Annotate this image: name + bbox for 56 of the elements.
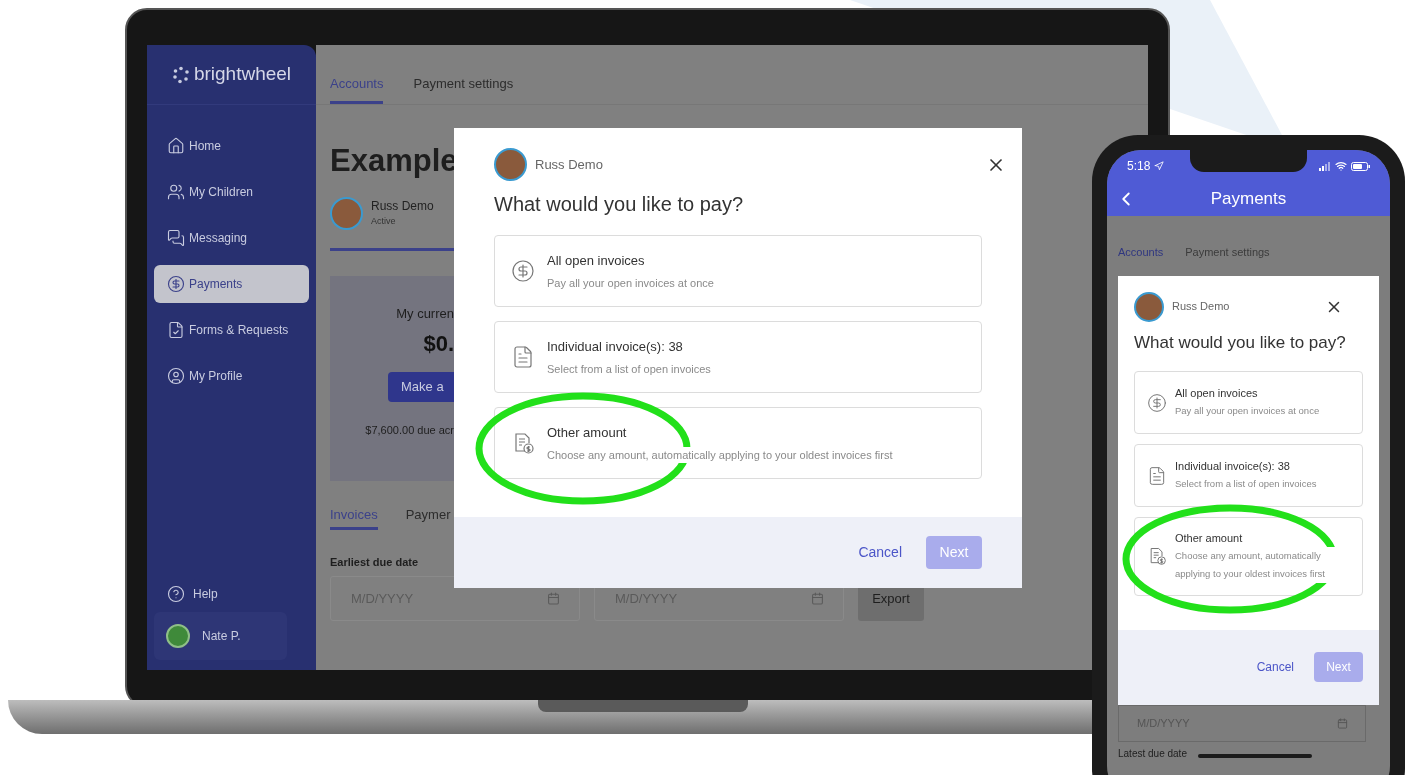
student-name: Russ Demo (371, 198, 434, 216)
student-name: Russ Demo (1172, 299, 1230, 315)
payment-option[interactable]: All open invoices Pay all your open invoices at once (1134, 371, 1363, 434)
student-status: Active (371, 215, 397, 229)
avatar (1134, 291, 1164, 322)
nav-item[interactable]: My Profile (154, 357, 309, 395)
checklist-document-icon (167, 321, 185, 339)
calendar-icon (811, 592, 824, 605)
invoice-icon (511, 345, 535, 369)
nav-item[interactable]: Home (154, 127, 309, 165)
avatar (494, 148, 527, 181)
profile-icon (167, 367, 185, 385)
payment-option[interactable]: Other amount Choose any amount, automatically applying to your oldest invoices first (1134, 517, 1363, 596)
cancel-button[interactable]: Cancel (858, 542, 902, 563)
help-icon (167, 585, 185, 603)
payment-option[interactable]: Individual invoice(s): 38 Select from a list of open invoices (1134, 444, 1363, 507)
calendar-icon (547, 592, 560, 605)
invoice-icon (1147, 465, 1167, 486)
balance-label: My curren (396, 304, 454, 323)
student-name: Russ Demo (535, 155, 603, 174)
wifi-icon (1335, 160, 1347, 172)
cancel-button[interactable]: Cancel (1256, 658, 1294, 676)
filter-label: Latest due date (1118, 746, 1187, 761)
filter-label: Earliest due date (330, 554, 420, 570)
nav-item[interactable]: Forms & Requests (154, 311, 309, 349)
nav-item[interactable]: My Children (154, 173, 309, 211)
avatar (330, 196, 363, 230)
home-icon (167, 137, 185, 155)
battery-icon (1351, 161, 1370, 171)
chat-bubbles-icon (167, 229, 185, 247)
nav-item[interactable]: Messaging (154, 219, 309, 257)
nav-item[interactable]: Payments (154, 265, 309, 303)
dollar-circle-icon (511, 259, 535, 283)
balance-amount: $0. (423, 330, 454, 358)
dialog-title: What would you like to pay? (494, 192, 745, 217)
status-time: 5:18 (1127, 158, 1151, 175)
payment-option[interactable]: Individual invoice(s): 38 Select from a list of open invoices (494, 321, 982, 393)
calendar-icon (1337, 717, 1348, 729)
tab[interactable]: Payment settings (413, 66, 514, 104)
dollar-circle-icon (1147, 392, 1167, 413)
amount-due-text: $7,600.00 due acr (365, 423, 454, 438)
page-heading: Example (330, 142, 454, 180)
coins-icon (167, 275, 185, 293)
make-payment-button[interactable]: Make a (388, 372, 454, 402)
help-button[interactable]: Help (154, 585, 309, 603)
header-title: Payments (1210, 188, 1287, 211)
location-arrow-icon (1154, 161, 1165, 171)
user-account-button[interactable]: Nate P. (154, 612, 287, 660)
people-icon (167, 183, 185, 201)
payment-option[interactable]: Other amount Choose any amount, automatically applying to your oldest invoices first (494, 407, 982, 479)
sparkle-logo-icon (171, 65, 190, 84)
brand-logo: brightwheel (193, 62, 292, 87)
signal-icon (1319, 161, 1331, 171)
dialog-title: What would you like to pay? (1134, 331, 1347, 354)
tab[interactable]: Paymer (405, 502, 451, 530)
payment-option[interactable]: All open invoices Pay all your open invoices at once (494, 235, 982, 307)
